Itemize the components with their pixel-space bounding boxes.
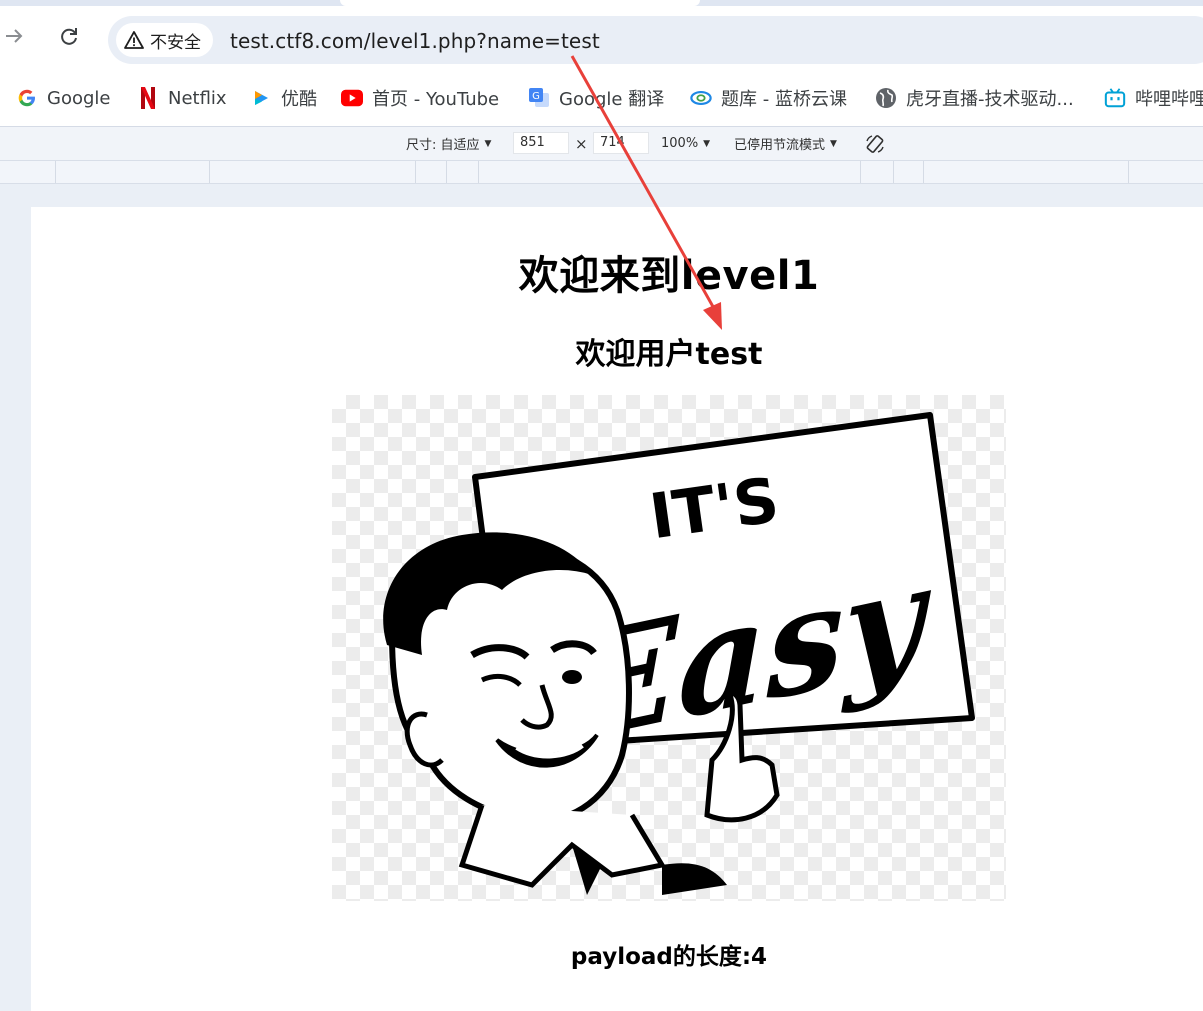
bookmark-label: 虎牙直播-技术驱动... — [906, 89, 1074, 110]
globe-icon — [875, 87, 897, 109]
reload-icon — [61, 28, 77, 45]
bookmark-lanqiao[interactable]: 题库 - 蓝桥云课 — [690, 84, 847, 112]
bookmark-label: Netflix — [168, 87, 227, 109]
security-chip[interactable]: 不安全 — [116, 23, 213, 57]
page-title: 欢迎来到level1 — [518, 253, 820, 299]
caret-down-icon: ▼ — [830, 138, 837, 149]
youtube-play-icon — [341, 87, 363, 109]
ruler-segment[interactable] — [478, 161, 479, 183]
bookmark-youtube[interactable]: 首页 - YouTube — [341, 84, 499, 112]
ruler-segment[interactable] — [446, 161, 447, 183]
ruler-segment[interactable] — [209, 161, 210, 183]
its-easy-image: IT'S Easy — [332, 395, 1006, 901]
url-text[interactable]: test.ctf8.com/level1.php?name=test — [230, 29, 600, 53]
youku-play-icon — [250, 87, 272, 109]
throttle-dropdown[interactable]: 已停用节流模式 ▼ — [734, 133, 837, 154]
arrow-right-icon — [6, 29, 23, 43]
bookmark-google[interactable]: Google — [16, 84, 110, 112]
welcome-user-heading: 欢迎用户test — [575, 337, 763, 372]
bookmark-netflix[interactable]: Netflix — [137, 84, 227, 112]
ruler-segment[interactable] — [860, 161, 861, 183]
lanqiao-logo-icon — [690, 87, 712, 109]
bookmark-label: 哔哩哔哩 — [1135, 89, 1203, 110]
forward-button[interactable] — [0, 18, 32, 54]
google-g-icon — [16, 87, 38, 109]
ruler-segment[interactable] — [923, 161, 924, 183]
bookmark-label: Google — [47, 87, 111, 109]
security-label: 不安全 — [150, 32, 201, 53]
bookmark-bilibili[interactable]: 哔哩哔哩 — [1104, 84, 1203, 112]
throttle-label: 已停用节流模式 — [734, 138, 826, 153]
media-query-ruler — [0, 161, 1203, 184]
ruler-segment[interactable] — [893, 161, 894, 183]
caret-down-icon: ▼ — [484, 138, 492, 149]
bookmark-label: 首页 - YouTube — [372, 89, 500, 110]
bilibili-tv-icon — [1104, 87, 1126, 109]
google-translate-icon: G — [528, 87, 550, 109]
browser-toolbar: 不安全 test.ctf8.com/level1.php?name=test — [0, 6, 1203, 70]
bookmark-label: Google 翻译 — [559, 89, 665, 110]
dimensions-dropdown[interactable]: 尺寸: 自适应 ▼ — [406, 133, 491, 154]
ruler-segment[interactable] — [1128, 161, 1129, 183]
times-sign: × — [575, 134, 588, 153]
zoom-dropdown[interactable]: 100% ▼ — [661, 133, 710, 154]
reload-button[interactable] — [51, 18, 87, 54]
caret-down-icon: ▼ — [703, 138, 711, 149]
ruler-segment[interactable] — [55, 161, 56, 183]
payload-length-text: payload的长度:4 — [570, 944, 768, 970]
bookmark-label: 优酷 — [281, 89, 317, 110]
bookmark-youku[interactable]: 优酷 — [250, 84, 317, 112]
netflix-n-icon — [137, 87, 159, 109]
bookmarks-bar: Google Netflix 优酷 首页 - YouTube G Google … — [0, 70, 1203, 127]
bookmark-label: 题库 - 蓝桥云课 — [721, 89, 847, 110]
web-page: 欢迎来到level1 欢迎用户test IT'S Easy payload的长度… — [31, 207, 1203, 1011]
bookmark-google-translate[interactable]: G Google 翻译 — [528, 84, 664, 112]
rotate-icon — [866, 134, 884, 153]
address-bar[interactable]: 不安全 test.ctf8.com/level1.php?name=test — [108, 16, 1203, 64]
ruler-segment[interactable] — [415, 161, 416, 183]
dimensions-label: 尺寸: 自适应 — [406, 138, 480, 153]
device-toolbar: 尺寸: 自适应 ▼ 851 × 714 100% ▼ 已停用节流模式 ▼ — [0, 127, 1203, 161]
svg-text:G: G — [532, 91, 540, 102]
warning-triangle-icon — [124, 31, 144, 49]
rotate-button[interactable] — [864, 133, 886, 154]
zoom-label: 100% — [661, 136, 699, 151]
width-input[interactable]: 851 — [513, 132, 569, 154]
bookmark-huya[interactable]: 虎牙直播-技术驱动... — [875, 84, 1074, 112]
height-input[interactable]: 714 — [593, 132, 649, 154]
